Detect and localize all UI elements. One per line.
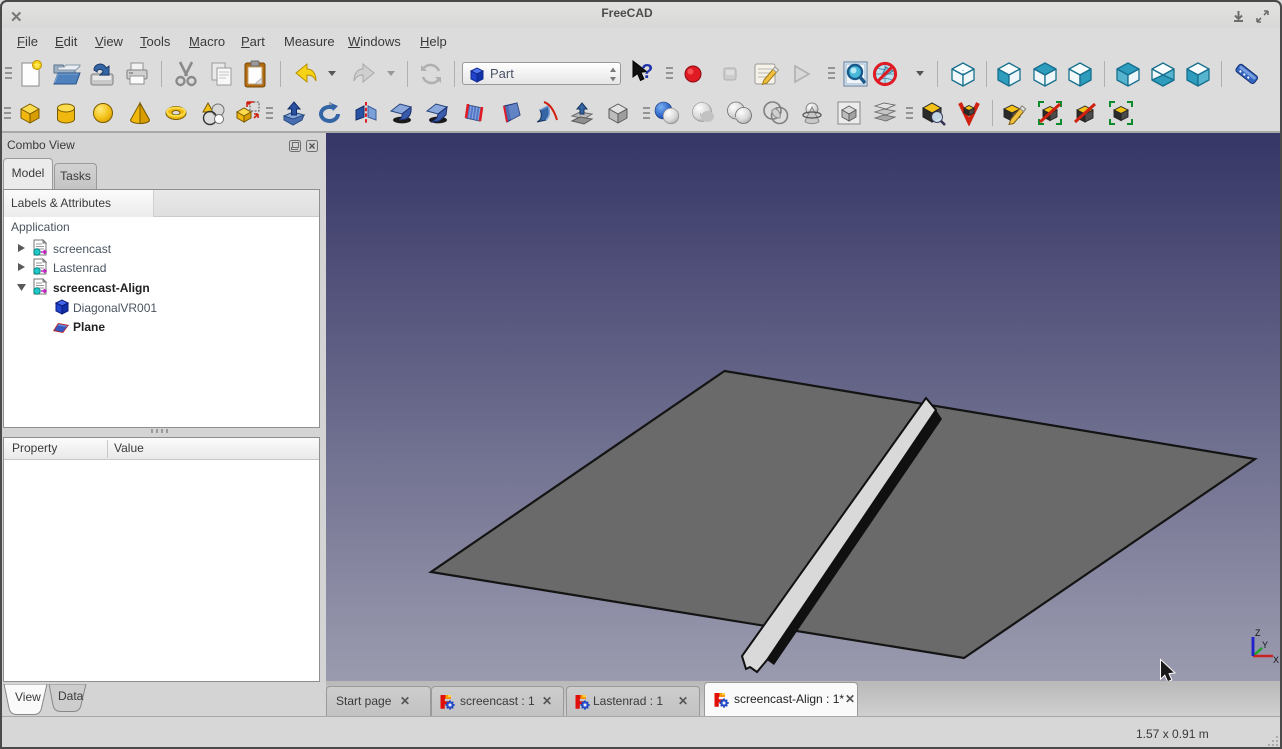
svg-text:Y: Y [1262,640,1268,650]
svg-text:X: X [1273,655,1279,665]
svg-text:Z: Z [1255,628,1261,638]
svg-text:Data: Data [58,689,84,703]
svg-text:?: ? [641,61,653,83]
svg-text:View: View [15,690,41,704]
